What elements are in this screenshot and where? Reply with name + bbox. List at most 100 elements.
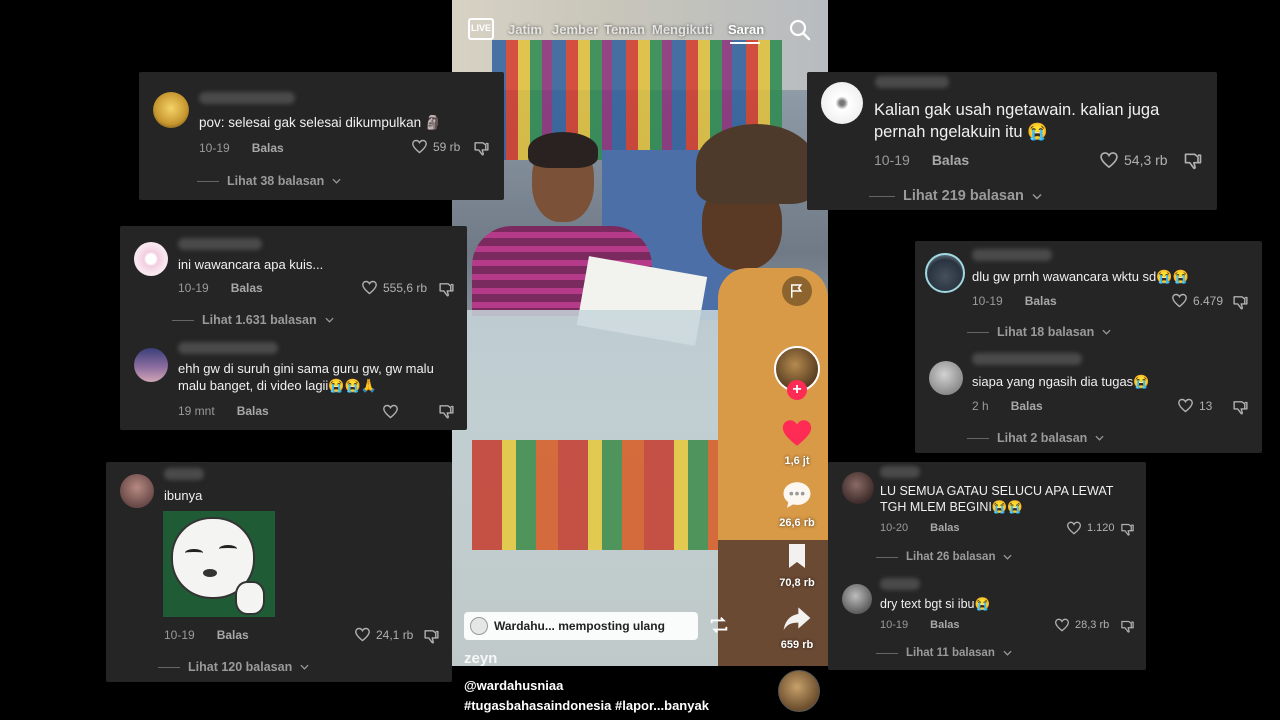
comment-avatar[interactable]	[134, 348, 168, 382]
sticker-mouth	[203, 569, 217, 577]
like-comment-button[interactable]: 59 rb	[411, 138, 460, 155]
comment-card: dlu gw prnh wawancara wktu sd😭😭 10-19 Bal…	[915, 241, 1262, 453]
dislike-icon[interactable]	[423, 628, 440, 645]
reply-button[interactable]: Balas	[231, 281, 263, 295]
comment-avatar[interactable]	[842, 472, 874, 504]
comment-avatar[interactable]	[929, 361, 963, 395]
active-tab-indicator	[730, 42, 760, 44]
flag-icon	[791, 284, 803, 298]
comment-text: LU SEMUA GATAU SELUCU APA LEWAT TGH MLEM…	[880, 484, 1114, 514]
reposter-avatar	[470, 617, 488, 635]
share-icon	[783, 607, 811, 630]
view-replies-button[interactable]: Lihat 2 balasan	[967, 431, 1104, 445]
comment-card: ibunya 10-19 Balas 24,1 rb Lihat 120 bala…	[106, 462, 452, 682]
view-replies-button[interactable]: Lihat 1.631 balasan	[172, 313, 334, 327]
reply-button[interactable]: Balas	[237, 404, 269, 418]
repost-icon[interactable]	[708, 614, 730, 636]
comment-avatar[interactable]	[134, 242, 168, 276]
dislike-icon[interactable]	[1183, 151, 1203, 171]
blurred-username	[178, 342, 278, 354]
sticker-eye-right	[219, 545, 237, 553]
tab-teman[interactable]: Teman	[604, 22, 645, 37]
comment-avatar[interactable]	[153, 92, 189, 128]
comment-like-count: 1.120	[1087, 522, 1115, 534]
comment-date: 10-19	[874, 152, 910, 168]
reply-button[interactable]: Balas	[1025, 294, 1057, 308]
reply-button[interactable]: Balas	[1011, 399, 1043, 413]
comment-card: LU SEMUA GATAU SELUCU APA LEWAT TGH MLEM…	[828, 462, 1146, 670]
view-replies-label: Lihat 38 balasan	[227, 174, 325, 188]
share-count: 659 rb	[780, 639, 814, 651]
comment-avatar[interactable]	[925, 253, 965, 293]
follow-button[interactable]: +	[787, 380, 807, 400]
shopkeeper-hair	[528, 132, 598, 168]
dislike-icon[interactable]	[438, 281, 455, 298]
sticker-eye-left	[185, 549, 203, 557]
caption-hashtags[interactable]: #tugasbahasaindonesia #lapor...banyak	[464, 698, 709, 713]
view-replies-label: Lihat 120 balasan	[188, 660, 293, 674]
tab-jember[interactable]: Jember	[552, 22, 598, 37]
report-button[interactable]	[782, 276, 812, 306]
comment-text: Kalian gak usah ngetawain. kalian juga p…	[874, 101, 1160, 141]
save-count: 70,8 rb	[779, 577, 815, 589]
sticker-image[interactable]	[163, 511, 275, 617]
reply-button[interactable]: Balas	[930, 619, 959, 631]
view-replies-button[interactable]: Lihat 120 balasan	[158, 660, 309, 674]
view-replies-button[interactable]: Lihat 26 balasan	[876, 551, 1012, 563]
like-comment-button[interactable]: 6.479	[1171, 292, 1223, 309]
like-comment-button[interactable]: 1.120	[1066, 520, 1115, 536]
top-navigation: LIVE Jatim Jember Teman Mengikuti Saran	[452, 14, 828, 44]
view-replies-button[interactable]: Lihat 11 balasan	[876, 647, 1012, 659]
share-button[interactable]: 659 rb	[767, 602, 827, 651]
like-comment-button[interactable]: 13	[1177, 397, 1212, 414]
dislike-icon[interactable]	[473, 140, 490, 157]
tab-saran[interactable]: Saran	[728, 22, 764, 37]
video-caption: @wardahusniaa #tugasbahasaindonesia #lap…	[452, 666, 828, 720]
view-replies-button[interactable]: Lihat 18 balasan	[967, 325, 1111, 339]
comment-meta: 10-19 Balas	[972, 294, 1057, 308]
dislike-icon[interactable]	[1232, 294, 1249, 311]
comment-text: ini wawancara apa kuis...	[178, 257, 324, 272]
repost-text: Wardahu... memposting ulang	[494, 619, 665, 633]
heart-icon	[361, 279, 378, 296]
dislike-icon[interactable]	[1232, 399, 1249, 416]
like-button[interactable]: 1,6 jt	[767, 416, 827, 467]
repost-banner[interactable]: Wardahu... memposting ulang	[464, 612, 698, 640]
tab-jatim[interactable]: Jatim	[508, 22, 542, 37]
search-icon[interactable]	[788, 18, 812, 42]
music-disc-avatar[interactable]	[778, 670, 820, 712]
blurred-username	[972, 249, 1052, 261]
blurred-username	[875, 76, 949, 88]
video-player[interactable]: LIVE Jatim Jember Teman Mengikuti Saran …	[452, 0, 828, 666]
reply-button[interactable]: Balas	[252, 141, 284, 155]
comment-date: 10-19	[199, 141, 230, 155]
like-comment-button[interactable]: 24,1 rb	[354, 626, 413, 643]
dislike-icon[interactable]	[1120, 522, 1135, 537]
dislike-icon[interactable]	[438, 403, 455, 420]
comment-avatar[interactable]	[842, 584, 872, 614]
view-replies-button[interactable]: Lihat 38 balasan	[197, 174, 341, 188]
heart-icon[interactable]	[382, 403, 399, 420]
chevron-down-icon	[1095, 435, 1104, 441]
live-icon[interactable]: LIVE	[468, 18, 494, 40]
like-comment-button[interactable]: 28,3 rb	[1054, 617, 1109, 633]
comment-avatar[interactable]	[120, 474, 154, 508]
reply-button[interactable]: Balas	[217, 628, 249, 642]
comment-like-count: 54,3 rb	[1124, 152, 1168, 168]
comment-avatar[interactable]	[821, 82, 863, 124]
chevron-down-icon	[325, 317, 334, 323]
dislike-icon[interactable]	[1120, 619, 1135, 634]
comment-meta: 10-19 Balas	[199, 141, 284, 155]
save-button[interactable]: 70,8 rb	[767, 540, 827, 589]
blurred-username	[880, 466, 920, 478]
like-comment-button[interactable]: 555,6 rb	[361, 279, 427, 296]
reply-button[interactable]: Balas	[932, 152, 969, 168]
caption-username[interactable]: @wardahusniaa	[464, 678, 563, 693]
tab-mengikuti[interactable]: Mengikuti	[652, 22, 713, 37]
comment-date: 10-19	[972, 294, 1003, 308]
reply-button[interactable]: Balas	[930, 522, 959, 534]
like-comment-button[interactable]: 54,3 rb	[1099, 150, 1168, 170]
comment-text: dlu gw prnh wawancara wktu sd😭😭	[972, 269, 1189, 284]
comment-button[interactable]: 26,6 rb	[767, 478, 827, 529]
view-replies-button[interactable]: Lihat 219 balasan	[869, 188, 1042, 204]
